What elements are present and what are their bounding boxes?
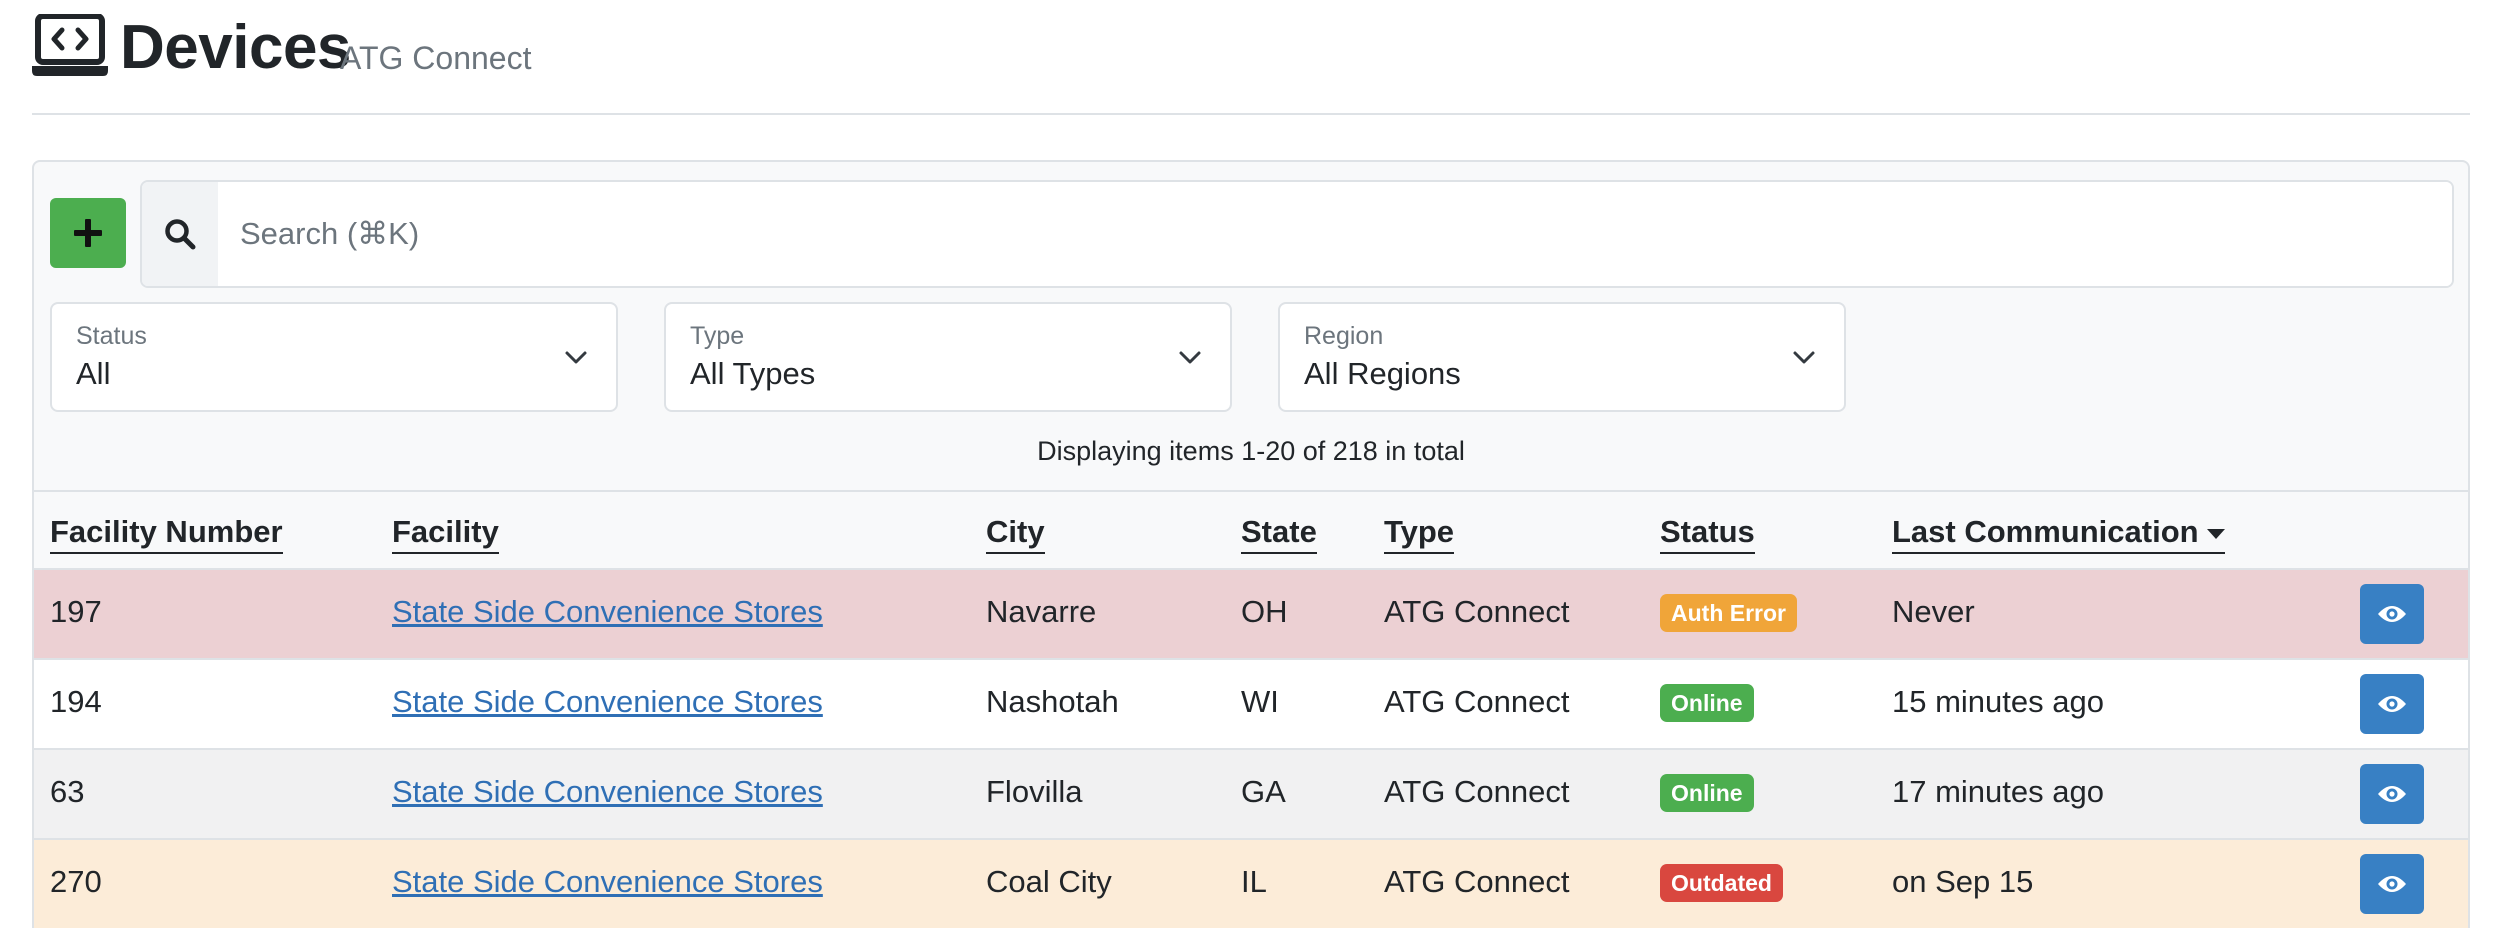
facility-link[interactable]: State Side Convenience Stores (392, 592, 823, 632)
search-icon (165, 219, 196, 250)
last-communication-cell: Never (1892, 594, 1975, 629)
column-header-city[interactable]: City (986, 514, 1045, 554)
type-cell: ATG Connect (1384, 684, 1570, 719)
pagination-summary: Displaying items 1-20 of 218 in total (1037, 436, 1465, 466)
status-filter-select[interactable]: Status All (50, 302, 618, 412)
status-filter-value: All (76, 356, 111, 391)
region-filter-select[interactable]: Region All Regions (1278, 302, 1846, 412)
type-cell: ATG Connect (1384, 774, 1570, 809)
type-cell: ATG Connect (1384, 864, 1570, 899)
view-device-button[interactable] (2360, 674, 2424, 734)
type-filter-label: Type (690, 322, 745, 350)
region-filter-label: Region (1304, 322, 1384, 350)
facility-number-cell: 63 (50, 774, 85, 809)
devices-card: Status All Type All Types Region All Reg… (32, 160, 2470, 928)
city-cell: Nashotah (986, 684, 1119, 719)
table-header-row: Facility Number Facility City State Type… (34, 492, 2468, 570)
page-header: Devices ATG Connect (32, 0, 2470, 115)
facility-number-cell: 270 (50, 864, 102, 899)
search-input[interactable] (218, 182, 2452, 286)
facility-link[interactable]: State Side Convenience Stores (392, 772, 823, 812)
table-row: 197 State Side Convenience Stores Navarr… (34, 570, 2468, 660)
chevron-down-icon (1179, 351, 1201, 364)
state-cell: WI (1241, 684, 1279, 719)
laptop-code-icon (32, 14, 108, 76)
eye-icon (2378, 696, 2406, 712)
last-communication-cell: 15 minutes ago (1892, 684, 2104, 719)
facility-number-cell: 194 (50, 684, 102, 719)
city-cell: Coal City (986, 864, 1112, 899)
view-device-button[interactable] (2360, 854, 2424, 914)
table-row: 63 State Side Convenience Stores Flovill… (34, 750, 2468, 840)
facility-link[interactable]: State Side Convenience Stores (392, 682, 823, 722)
view-device-button[interactable] (2360, 584, 2424, 644)
status-badge: Outdated (1660, 864, 1783, 902)
search-group (140, 180, 2454, 288)
page-subtitle: ATG Connect (340, 40, 532, 76)
type-filter-value: All Types (690, 356, 816, 391)
devices-table: Facility Number Facility City State Type… (34, 490, 2468, 928)
column-header-state[interactable]: State (1241, 514, 1317, 554)
state-cell: GA (1241, 774, 1286, 809)
status-badge: Online (1660, 684, 1754, 722)
add-device-button[interactable] (50, 198, 126, 268)
type-filter-select[interactable]: Type All Types (664, 302, 1232, 412)
last-communication-cell: 17 minutes ago (1892, 774, 2104, 809)
column-header-last-communication-label: Last Communication (1892, 514, 2199, 549)
facility-link[interactable]: State Side Convenience Stores (392, 862, 823, 902)
eye-icon (2378, 876, 2406, 892)
state-cell: IL (1241, 864, 1267, 899)
status-badge: Online (1660, 774, 1754, 812)
table-row: 270 State Side Convenience Stores Coal C… (34, 840, 2468, 928)
type-cell: ATG Connect (1384, 594, 1570, 629)
column-header-facility[interactable]: Facility (392, 514, 499, 554)
status-filter-label: Status (76, 322, 147, 350)
table-row: 194 State Side Convenience Stores Nashot… (34, 660, 2468, 750)
eye-icon (2378, 786, 2406, 802)
city-cell: Flovilla (986, 774, 1083, 809)
chevron-down-icon (1793, 351, 1815, 364)
last-communication-cell: on Sep 15 (1892, 864, 2034, 899)
city-cell: Navarre (986, 594, 1097, 629)
status-badge: Auth Error (1660, 594, 1797, 632)
region-filter-value: All Regions (1304, 356, 1461, 391)
column-header-type[interactable]: Type (1384, 514, 1455, 554)
view-device-button[interactable] (2360, 764, 2424, 824)
eye-icon (2378, 606, 2406, 622)
chevron-down-icon (565, 351, 587, 364)
column-header-last-communication[interactable]: Last Communication (1892, 514, 2225, 554)
sort-descending-icon (2206, 528, 2225, 539)
page-title: Devices (120, 13, 351, 82)
search-addon (142, 182, 218, 286)
column-header-facility-number[interactable]: Facility Number (50, 514, 283, 554)
facility-number-cell: 197 (50, 594, 102, 629)
state-cell: OH (1241, 594, 1288, 629)
column-header-status[interactable]: Status (1660, 514, 1755, 554)
plus-icon (74, 219, 102, 247)
